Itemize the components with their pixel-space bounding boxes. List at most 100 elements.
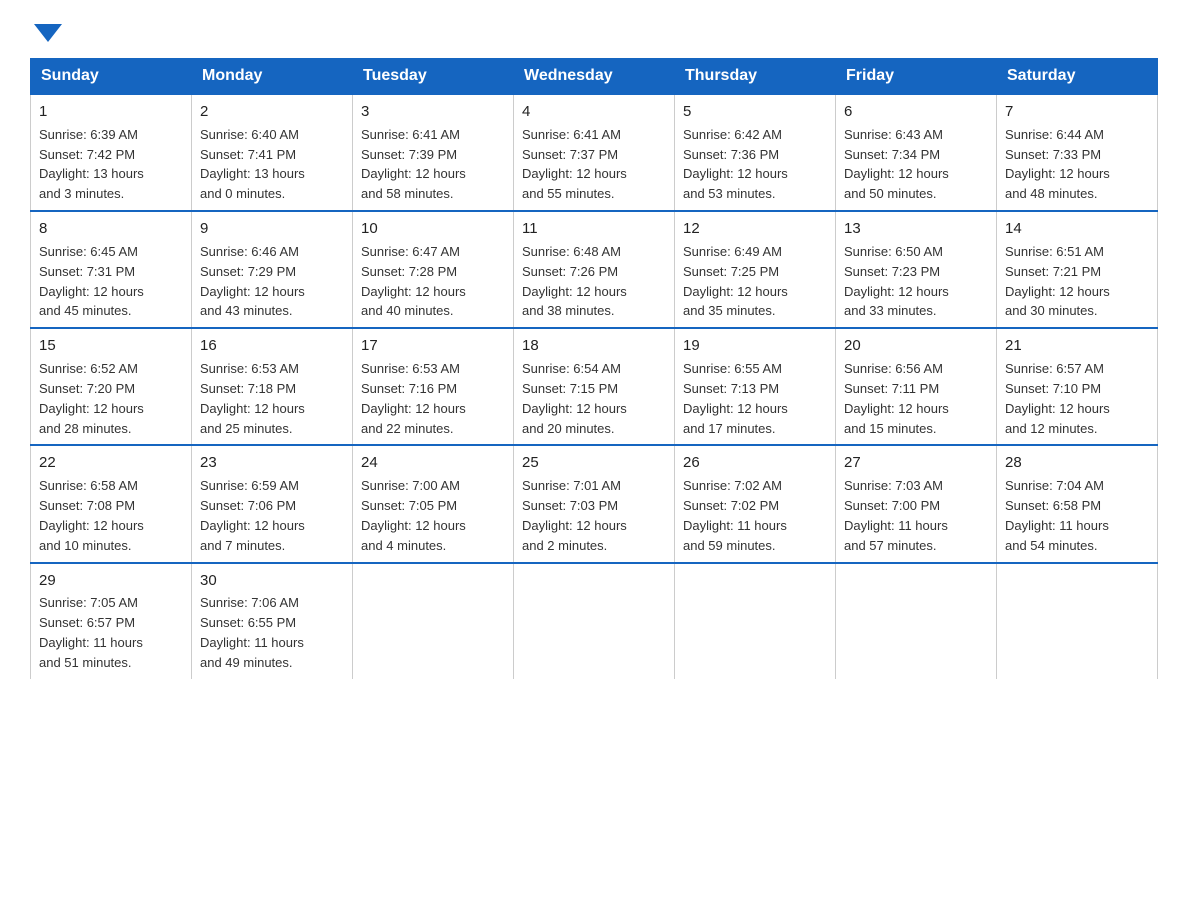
day-info: Sunrise: 6:41 AMSunset: 7:37 PMDaylight:… [522, 127, 627, 202]
calendar-cell: 11 Sunrise: 6:48 AMSunset: 7:26 PMDayligh… [514, 211, 675, 328]
calendar-cell: 4 Sunrise: 6:41 AMSunset: 7:37 PMDaylight… [514, 94, 675, 211]
calendar-cell [353, 563, 514, 679]
day-number: 14 [1005, 218, 1149, 240]
calendar-cell: 23 Sunrise: 6:59 AMSunset: 7:06 PMDayligh… [192, 445, 353, 562]
weekday-header-sunday: Sunday [31, 59, 192, 95]
day-info: Sunrise: 6:59 AMSunset: 7:06 PMDaylight:… [200, 478, 305, 553]
calendar-cell: 13 Sunrise: 6:50 AMSunset: 7:23 PMDayligh… [836, 211, 997, 328]
day-info: Sunrise: 6:46 AMSunset: 7:29 PMDaylight:… [200, 244, 305, 319]
weekday-header-monday: Monday [192, 59, 353, 95]
calendar-cell: 12 Sunrise: 6:49 AMSunset: 7:25 PMDayligh… [675, 211, 836, 328]
day-info: Sunrise: 6:48 AMSunset: 7:26 PMDaylight:… [522, 244, 627, 319]
calendar-cell: 24 Sunrise: 7:00 AMSunset: 7:05 PMDayligh… [353, 445, 514, 562]
day-number: 24 [361, 452, 505, 474]
calendar-cell: 27Sunrise: 7:03 AMSunset: 7:00 PMDayligh… [836, 445, 997, 562]
day-info: Sunrise: 6:53 AMSunset: 7:18 PMDaylight:… [200, 361, 305, 436]
day-info: Sunrise: 6:52 AMSunset: 7:20 PMDaylight:… [39, 361, 144, 436]
day-info: Sunrise: 6:51 AMSunset: 7:21 PMDaylight:… [1005, 244, 1110, 319]
calendar-cell [836, 563, 997, 679]
day-number: 10 [361, 218, 505, 240]
day-info: Sunrise: 7:01 AMSunset: 7:03 PMDaylight:… [522, 478, 627, 553]
calendar-cell: 18 Sunrise: 6:54 AMSunset: 7:15 PMDayligh… [514, 328, 675, 445]
day-info: Sunrise: 6:42 AMSunset: 7:36 PMDaylight:… [683, 127, 788, 202]
calendar-cell: 14 Sunrise: 6:51 AMSunset: 7:21 PMDayligh… [997, 211, 1158, 328]
day-number: 21 [1005, 335, 1149, 357]
day-number: 17 [361, 335, 505, 357]
calendar-cell: 7 Sunrise: 6:44 AMSunset: 7:33 PMDaylight… [997, 94, 1158, 211]
day-number: 6 [844, 101, 988, 123]
day-info: Sunrise: 7:03 AMSunset: 7:00 PMDaylight:… [844, 478, 948, 553]
calendar-cell: 9 Sunrise: 6:46 AMSunset: 7:29 PMDaylight… [192, 211, 353, 328]
day-number: 9 [200, 218, 344, 240]
day-info: Sunrise: 6:58 AMSunset: 7:08 PMDaylight:… [39, 478, 144, 553]
weekday-header-wednesday: Wednesday [514, 59, 675, 95]
day-info: Sunrise: 7:02 AMSunset: 7:02 PMDaylight:… [683, 478, 787, 553]
day-info: Sunrise: 7:05 AMSunset: 6:57 PMDaylight:… [39, 595, 143, 670]
day-number: 26 [683, 452, 827, 474]
calendar-cell: 3 Sunrise: 6:41 AMSunset: 7:39 PMDaylight… [353, 94, 514, 211]
calendar-cell: 22 Sunrise: 6:58 AMSunset: 7:08 PMDayligh… [31, 445, 192, 562]
calendar-cell: 28 Sunrise: 7:04 AMSunset: 6:58 PMDayligh… [997, 445, 1158, 562]
calendar-cell: 20 Sunrise: 6:56 AMSunset: 7:11 PMDayligh… [836, 328, 997, 445]
day-number: 20 [844, 335, 988, 357]
calendar-cell: 29 Sunrise: 7:05 AMSunset: 6:57 PMDayligh… [31, 563, 192, 679]
day-number: 18 [522, 335, 666, 357]
calendar-table: SundayMondayTuesdayWednesdayThursdayFrid… [30, 58, 1158, 679]
day-number: 19 [683, 335, 827, 357]
day-number: 23 [200, 452, 344, 474]
day-number: 29 [39, 570, 183, 592]
weekday-header-friday: Friday [836, 59, 997, 95]
logo-triangle-icon [34, 24, 62, 42]
day-number: 7 [1005, 101, 1149, 123]
day-info: Sunrise: 7:00 AMSunset: 7:05 PMDaylight:… [361, 478, 466, 553]
logo-general [30, 20, 62, 42]
day-info: Sunrise: 6:45 AMSunset: 7:31 PMDaylight:… [39, 244, 144, 319]
calendar-cell: 15Sunrise: 6:52 AMSunset: 7:20 PMDayligh… [31, 328, 192, 445]
weekday-header-thursday: Thursday [675, 59, 836, 95]
calendar-week-row: 22 Sunrise: 6:58 AMSunset: 7:08 PMDayligh… [31, 445, 1158, 562]
day-number: 22 [39, 452, 183, 474]
calendar-cell: 16 Sunrise: 6:53 AMSunset: 7:18 PMDayligh… [192, 328, 353, 445]
day-info: Sunrise: 6:54 AMSunset: 7:15 PMDaylight:… [522, 361, 627, 436]
page-header [30, 20, 1158, 40]
day-info: Sunrise: 6:44 AMSunset: 7:33 PMDaylight:… [1005, 127, 1110, 202]
day-number: 28 [1005, 452, 1149, 474]
calendar-week-row: 1Sunrise: 6:39 AMSunset: 7:42 PMDaylight… [31, 94, 1158, 211]
day-number: 13 [844, 218, 988, 240]
day-number: 12 [683, 218, 827, 240]
day-info: Sunrise: 6:49 AMSunset: 7:25 PMDaylight:… [683, 244, 788, 319]
day-info: Sunrise: 6:41 AMSunset: 7:39 PMDaylight:… [361, 127, 466, 202]
day-number: 25 [522, 452, 666, 474]
calendar-cell: 25 Sunrise: 7:01 AMSunset: 7:03 PMDayligh… [514, 445, 675, 562]
day-number: 11 [522, 218, 666, 240]
calendar-cell: 17Sunrise: 6:53 AMSunset: 7:16 PMDayligh… [353, 328, 514, 445]
calendar-cell [675, 563, 836, 679]
calendar-cell: 19 Sunrise: 6:55 AMSunset: 7:13 PMDayligh… [675, 328, 836, 445]
calendar-cell: 1Sunrise: 6:39 AMSunset: 7:42 PMDaylight… [31, 94, 192, 211]
day-info: Sunrise: 6:56 AMSunset: 7:11 PMDaylight:… [844, 361, 949, 436]
calendar-cell [514, 563, 675, 679]
day-info: Sunrise: 7:04 AMSunset: 6:58 PMDaylight:… [1005, 478, 1109, 553]
day-info: Sunrise: 7:06 AMSunset: 6:55 PMDaylight:… [200, 595, 304, 670]
day-info: Sunrise: 6:55 AMSunset: 7:13 PMDaylight:… [683, 361, 788, 436]
day-info: Sunrise: 6:40 AMSunset: 7:41 PMDaylight:… [200, 127, 305, 202]
day-number: 16 [200, 335, 344, 357]
day-info: Sunrise: 6:50 AMSunset: 7:23 PMDaylight:… [844, 244, 949, 319]
weekday-header-saturday: Saturday [997, 59, 1158, 95]
day-number: 1 [39, 101, 183, 123]
day-info: Sunrise: 6:43 AMSunset: 7:34 PMDaylight:… [844, 127, 949, 202]
day-info: Sunrise: 6:47 AMSunset: 7:28 PMDaylight:… [361, 244, 466, 319]
calendar-week-row: 8Sunrise: 6:45 AMSunset: 7:31 PMDaylight… [31, 211, 1158, 328]
calendar-cell: 10 Sunrise: 6:47 AMSunset: 7:28 PMDayligh… [353, 211, 514, 328]
day-number: 4 [522, 101, 666, 123]
day-number: 5 [683, 101, 827, 123]
calendar-week-row: 15Sunrise: 6:52 AMSunset: 7:20 PMDayligh… [31, 328, 1158, 445]
day-number: 30 [200, 570, 344, 592]
calendar-cell: 5 Sunrise: 6:42 AMSunset: 7:36 PMDaylight… [675, 94, 836, 211]
logo [30, 20, 62, 40]
calendar-cell: 6 Sunrise: 6:43 AMSunset: 7:34 PMDaylight… [836, 94, 997, 211]
day-number: 3 [361, 101, 505, 123]
calendar-cell: 8Sunrise: 6:45 AMSunset: 7:31 PMDaylight… [31, 211, 192, 328]
day-number: 2 [200, 101, 344, 123]
calendar-cell: 30 Sunrise: 7:06 AMSunset: 6:55 PMDayligh… [192, 563, 353, 679]
